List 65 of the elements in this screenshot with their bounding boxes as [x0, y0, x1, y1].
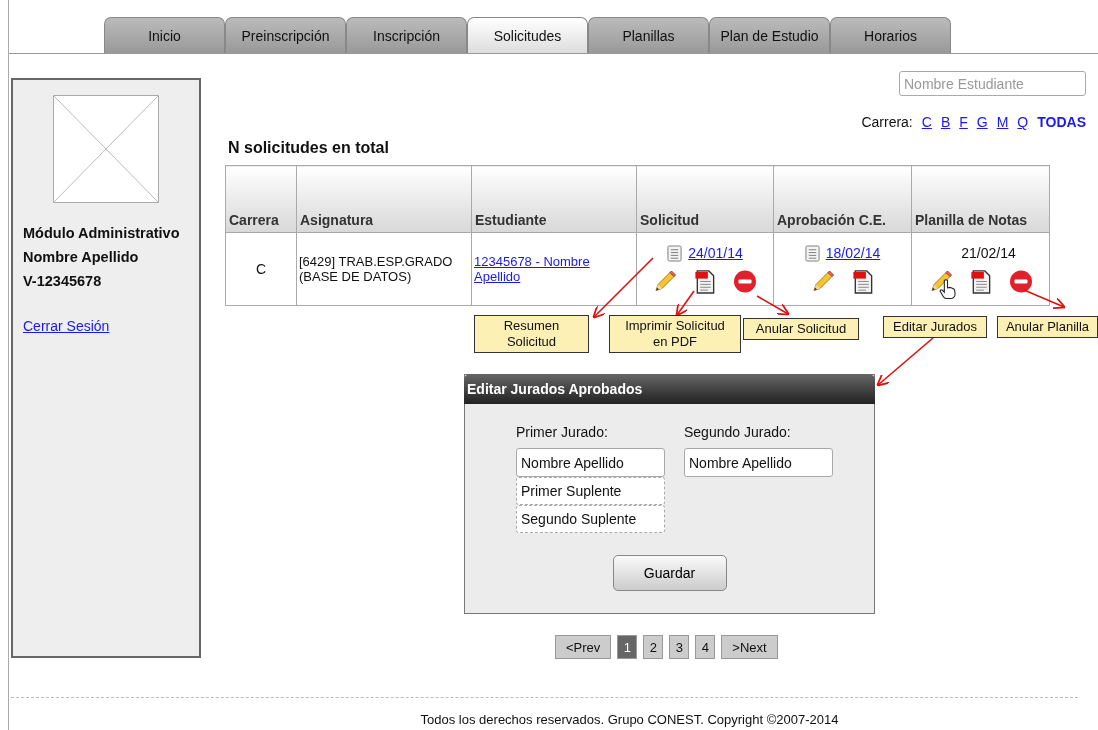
pdf-icon[interactable]: [968, 269, 993, 294]
table-cell: [6429] TRAB.ESP.GRADO (BASE DE DATOS): [296, 232, 472, 306]
annotation-arrow: [876, 337, 934, 387]
user-info-text: V-12345678: [23, 272, 103, 291]
logout-link[interactable]: Cerrar Sesión: [23, 318, 110, 334]
career-link[interactable]: C: [921, 114, 932, 130]
document-list-icon[interactable]: [667, 244, 683, 262]
page-button[interactable]: 1: [617, 635, 638, 659]
alternate-field[interactable]: Primer Suplente: [516, 477, 665, 505]
page-button[interactable]: 3: [669, 635, 690, 659]
dialog-title: Editar Jurados Aprobados: [464, 374, 875, 404]
field-label: Primer Jurado:: [516, 424, 609, 440]
column-header: Asignatura: [296, 165, 472, 233]
pdf-icon[interactable]: [693, 269, 717, 294]
annotation-callout: Anular Planilla: [997, 316, 1098, 338]
nav-tab[interactable]: Preinscripción: [225, 17, 346, 53]
hand-cursor-icon: [938, 278, 956, 300]
date-link[interactable]: 18/02/14: [825, 245, 881, 261]
nav-tab[interactable]: Solicitudes: [467, 17, 588, 53]
career-link[interactable]: F: [959, 114, 968, 130]
annotation-arrow: [756, 295, 790, 316]
column-header: Carrera: [225, 165, 297, 233]
remove-icon[interactable]: [1008, 269, 1033, 294]
search-field[interactable]: Nombre Estudiante: [899, 71, 1086, 96]
annotation-arrow: [675, 290, 695, 317]
save-button[interactable]: Guardar: [612, 555, 727, 591]
juror-field[interactable]: Nombre Apellido: [516, 448, 665, 477]
career-link[interactable]: TODAS: [1037, 114, 1086, 130]
nav-tab[interactable]: Plan de Estudio: [709, 17, 830, 53]
career-link[interactable]: Q: [1017, 114, 1029, 130]
annotation-arrow: [592, 257, 654, 319]
nav-tab[interactable]: Inicio: [104, 17, 225, 53]
nav-tab[interactable]: Inscripción: [346, 17, 467, 53]
column-header: Planilla de Notas: [911, 165, 1050, 233]
pdf-icon[interactable]: [850, 269, 875, 294]
table-cell: C: [225, 232, 297, 306]
page-button[interactable]: 4: [695, 635, 716, 659]
nav-tab[interactable]: Horarios: [830, 17, 951, 53]
column-header: Aprobación C.E.: [773, 165, 912, 233]
juror-field[interactable]: Nombre Apellido: [684, 448, 833, 477]
page-button[interactable]: 2: [643, 635, 664, 659]
column-header: Estudiante: [471, 165, 637, 233]
career-link[interactable]: B: [940, 114, 951, 130]
document-list-icon[interactable]: [804, 244, 820, 262]
field-label: Segundo Jurado:: [684, 424, 792, 440]
annotation-callout: Resumen Solicitud: [474, 315, 589, 353]
prev-button[interactable]: <Prev: [555, 635, 612, 659]
career-link[interactable]: M: [996, 114, 1009, 130]
user-info-text: Nombre Apellido: [23, 248, 140, 267]
date-link[interactable]: 24/01/14: [688, 245, 743, 261]
user-info-text: Módulo Administrativo: [23, 224, 181, 243]
annotation-callout: Anular Solicitud: [743, 318, 859, 340]
copyright-text: Todos los derechos reservados. Grupo CONEST. Copyright ©2007-2014: [419, 712, 840, 727]
alternate-field[interactable]: Segundo Suplente: [516, 505, 665, 533]
remove-icon[interactable]: [733, 269, 757, 294]
annotation-arrow: [1023, 289, 1066, 310]
date-text: 21/02/14: [960, 245, 1016, 261]
results-heading: N solicitudes en total: [228, 139, 390, 157]
next-button[interactable]: >Next: [721, 635, 778, 659]
filter-label: Carrera:: [861, 114, 913, 130]
annotation-callout: Imprimir Solicitud en PDF: [609, 315, 741, 353]
career-link[interactable]: G: [976, 114, 988, 130]
nav-tab[interactable]: Planillas: [588, 17, 709, 53]
column-header: Solicitud: [636, 165, 774, 233]
annotation-callout: Editar Jurados: [883, 316, 987, 338]
